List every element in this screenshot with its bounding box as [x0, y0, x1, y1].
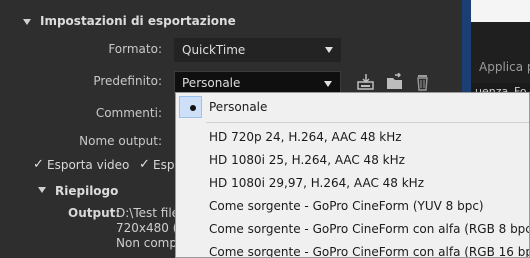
export-video-checkbox[interactable]: ✓ Esporta video [33, 157, 133, 173]
export-audio-checkbox[interactable]: ✓ Esp [139, 157, 179, 173]
bullet-icon [190, 105, 196, 111]
export-video-label: Esporta video [47, 158, 130, 172]
section-title: Impostazioni di esportazione [40, 14, 236, 28]
collapse-triangle-icon[interactable] [38, 187, 46, 193]
collapse-triangle-icon[interactable] [23, 19, 31, 25]
option-label: Come sorgente - GoPro CineForm (YUV 8 bp… [209, 199, 484, 213]
format-value: QuickTime [182, 43, 246, 57]
dropdown-option-selected[interactable]: Personale [176, 95, 529, 119]
option-label: HD 1080i 29,97, H.264, AAC 48 kHz [209, 176, 424, 190]
option-label: Come sorgente - GoPro CineForm con alfa … [209, 245, 530, 258]
selection-marker [179, 96, 202, 118]
option-label: HD 1080i 25, H.264, AAC 48 kHz [209, 153, 405, 167]
apply-preset-label: Applica pr [479, 60, 530, 74]
trash-icon[interactable] [413, 73, 433, 91]
separator [206, 122, 529, 123]
dropdown-option[interactable]: HD 1080i 29,97, H.264, AAC 48 kHz [176, 172, 529, 194]
preset-value: Personale [182, 76, 241, 90]
import-preset-icon[interactable] [385, 72, 405, 91]
option-label: Personale [209, 100, 268, 114]
check-icon: ✓ [33, 157, 44, 172]
chevron-down-icon [324, 81, 332, 87]
comments-label: Commenti: [95, 106, 162, 120]
format-dropdown[interactable]: QuickTime [174, 38, 341, 62]
check-icon: ✓ [139, 157, 150, 172]
format-label: Formato: [108, 42, 162, 56]
chevron-down-icon [325, 47, 333, 53]
dropdown-option[interactable]: Come sorgente - GoPro CineForm (YUV 8 bp… [176, 195, 529, 217]
export-audio-label: Esp [153, 158, 175, 172]
background-window-header [471, 0, 530, 22]
preset-label: Predefinito: [93, 74, 162, 88]
dropdown-option[interactable]: HD 720p 24, H.264, AAC 48 kHz [176, 126, 529, 148]
dropdown-option[interactable]: Come sorgente - GoPro CineForm con alfa … [176, 218, 530, 240]
dropdown-option[interactable]: HD 1080i 25, H.264, AAC 48 kHz [176, 149, 529, 171]
option-label: Come sorgente - GoPro CineForm con alfa … [209, 222, 530, 236]
preset-dropdown-list: Personale HD 720p 24, H.264, AAC 48 kHz … [175, 92, 530, 258]
option-label: HD 720p 24, H.264, AAC 48 kHz [209, 130, 402, 144]
summary-title: Riepilogo [55, 184, 119, 198]
output-key-label: Output: [68, 206, 121, 220]
output-name-label: Nome output: [79, 134, 162, 148]
summary-header[interactable]: Riepilogo [0, 182, 200, 200]
dropdown-option[interactable]: Come sorgente - GoPro CineForm con alfa … [176, 241, 530, 258]
export-settings-header[interactable]: Impostazioni di esportazione [0, 9, 462, 35]
save-preset-icon[interactable] [356, 73, 376, 91]
